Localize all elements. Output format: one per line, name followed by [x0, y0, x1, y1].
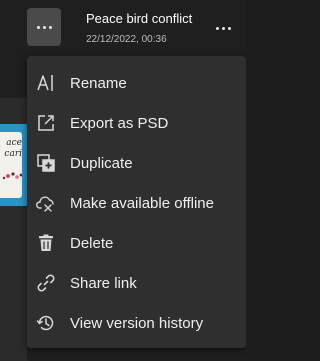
export-icon [35, 112, 57, 134]
menu-item-label: Make available offline [70, 194, 214, 212]
artwork-text: ace cari [4, 138, 22, 159]
menu-item-label: Export as PSD [70, 114, 169, 132]
file-more-button[interactable] [212, 20, 234, 36]
file-header: Peace bird conflict 22/12/2022, 00:36 [0, 0, 246, 56]
menu-item-label: Share link [70, 274, 137, 292]
more-dots-icon [36, 25, 52, 29]
app-screen: ace cari Peace bird conflict 22/12/2022,… [0, 0, 246, 361]
menu-item-rename[interactable]: Rename [27, 63, 246, 103]
file-timestamp: 22/12/2022, 00:36 [86, 34, 167, 45]
menu-item-label: Duplicate [70, 154, 133, 172]
menu-item-label: View version history [70, 314, 204, 332]
duplicate-icon [35, 152, 57, 174]
rename-icon [35, 72, 57, 94]
cloud-offline-icon [35, 192, 57, 214]
menu-item-label: Rename [70, 74, 127, 92]
context-menu: Rename Export as PSD Duplicate Make avai… [27, 56, 246, 348]
artwork-preview: ace cari [0, 132, 22, 198]
artwork-decoration [2, 172, 22, 180]
file-title: Peace bird conflict [86, 11, 193, 26]
menu-item-version-history[interactable]: View version history [27, 303, 246, 343]
menu-item-share-link[interactable]: Share link [27, 263, 246, 303]
more-dots-icon [215, 26, 231, 30]
file-thumbnail[interactable]: ace cari [0, 124, 27, 206]
history-icon [35, 312, 57, 334]
menu-item-make-offline[interactable]: Make available offline [27, 183, 246, 223]
trash-icon [35, 232, 57, 254]
menu-item-delete[interactable]: Delete [27, 223, 246, 263]
menu-item-duplicate[interactable]: Duplicate [27, 143, 246, 183]
link-icon [35, 272, 57, 294]
menu-item-export-psd[interactable]: Export as PSD [27, 103, 246, 143]
menu-item-label: Delete [70, 234, 114, 252]
more-options-button[interactable] [27, 8, 61, 46]
